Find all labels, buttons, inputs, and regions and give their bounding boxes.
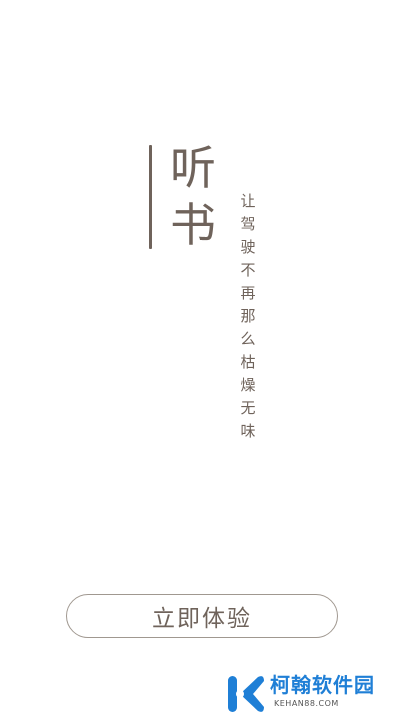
watermark: 柯翰软件园 KEHAN88.COM: [226, 673, 396, 715]
splash-screen: 听 书 让驾驶不再那么枯燥无味 立即体验 柯翰软件园 KEHAN88.COM: [0, 0, 405, 720]
k-logo-icon: [228, 676, 264, 712]
accent-bar: [149, 145, 152, 249]
title-line-2: 书: [170, 198, 216, 252]
watermark-name: 柯翰软件园: [270, 673, 375, 697]
try-now-button[interactable]: 立即体验: [66, 594, 338, 638]
tagline: 让驾驶不再那么枯燥无味: [240, 192, 256, 440]
watermark-domain: KEHAN88.COM: [274, 699, 339, 708]
page-title: 听 书: [170, 140, 230, 254]
title-line-1: 听: [170, 141, 216, 195]
